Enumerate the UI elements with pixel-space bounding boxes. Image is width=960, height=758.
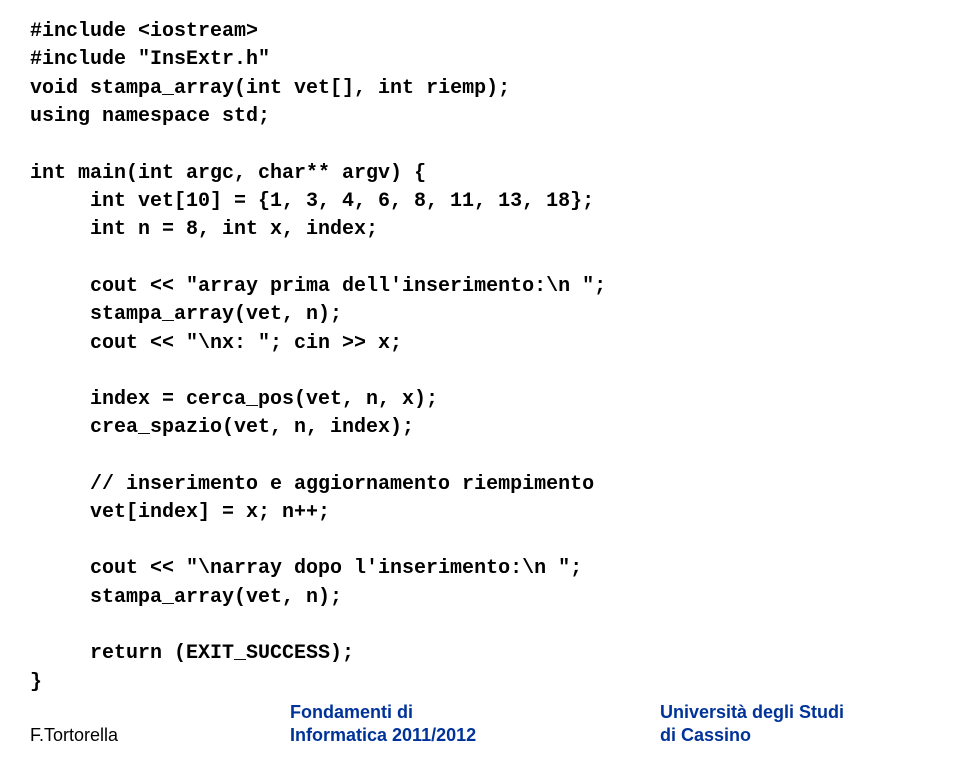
code-line: index = cerca_pos(vet, n, x); bbox=[30, 386, 930, 414]
footer-author: F.Tortorella bbox=[30, 725, 118, 746]
code-line: } bbox=[30, 669, 930, 697]
code-line: // inserimento e aggiornamento riempimen… bbox=[30, 471, 930, 499]
code-line: crea_spazio(vet, n, index); bbox=[30, 414, 930, 442]
code-line: return (EXIT_SUCCESS); bbox=[30, 640, 930, 668]
footer-right-line2: di Cassino bbox=[660, 724, 844, 747]
code-line: cout << "\narray dopo l'inserimento:\n "… bbox=[30, 555, 930, 583]
code-line: stampa_array(vet, n); bbox=[30, 301, 930, 329]
footer-center-line2: Informatica 2011/2012 bbox=[290, 724, 476, 747]
footer-right: Università degli Studi di Cassino bbox=[660, 701, 844, 746]
code-line: #include <iostream> bbox=[30, 18, 930, 46]
code-line: #include "InsExtr.h" bbox=[30, 46, 930, 74]
code-line: stampa_array(vet, n); bbox=[30, 584, 930, 612]
footer-center-line1: Fondamenti di bbox=[290, 701, 476, 724]
footer-right-line1: Università degli Studi bbox=[660, 701, 844, 724]
footer-center: Fondamenti di Informatica 2011/2012 bbox=[290, 701, 476, 746]
code-block: #include <iostream> #include "InsExtr.h"… bbox=[0, 0, 960, 697]
code-line: vet[index] = x; n++; bbox=[30, 499, 930, 527]
code-line: cout << "array prima dell'inserimento:\n… bbox=[30, 273, 930, 301]
code-line: int n = 8, int x, index; bbox=[30, 216, 930, 244]
code-line: using namespace std; bbox=[30, 103, 930, 131]
code-line: void stampa_array(int vet[], int riemp); bbox=[30, 75, 930, 103]
code-line: cout << "\nx: "; cin >> x; bbox=[30, 330, 930, 358]
code-line: int main(int argc, char** argv) { bbox=[30, 160, 930, 188]
code-line: int vet[10] = {1, 3, 4, 6, 8, 11, 13, 18… bbox=[30, 188, 930, 216]
